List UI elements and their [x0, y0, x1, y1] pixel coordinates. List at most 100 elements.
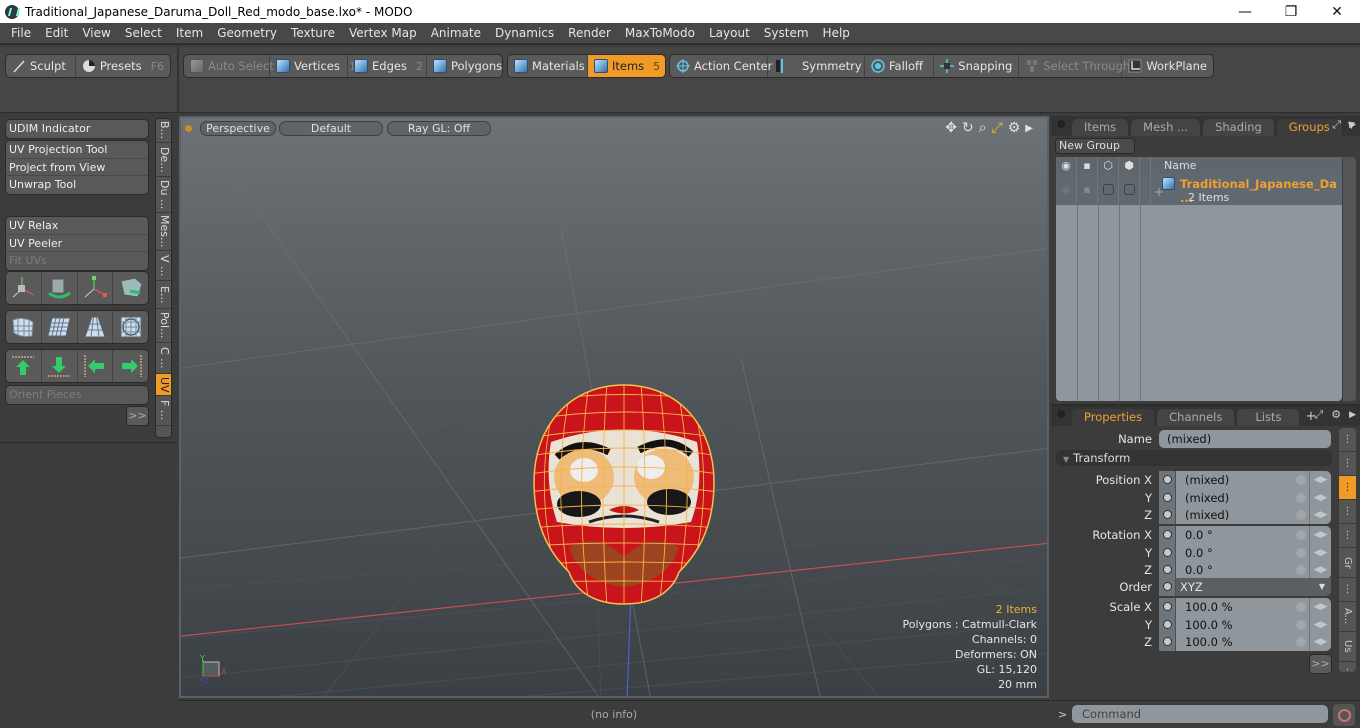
action-center-button[interactable]: Action Center: [670, 55, 772, 77]
align-top-button[interactable]: [6, 350, 42, 382]
menu-file[interactable]: File: [4, 26, 38, 40]
value-drag-arrows-icon[interactable]: ◀▶: [1309, 616, 1331, 634]
side-tab-handle[interactable]: ⋮: [1339, 578, 1356, 602]
side-tab-active-handle[interactable]: ⋮: [1339, 476, 1356, 500]
row-render-camera-icon[interactable]: ▪: [1077, 174, 1098, 205]
menu-geometry[interactable]: Geometry: [210, 26, 284, 40]
align-bottom-button[interactable]: [42, 350, 78, 382]
pan-icon[interactable]: ✥: [945, 120, 957, 136]
menu-vertex-map[interactable]: Vertex Map: [342, 26, 424, 40]
vtab-basic[interactable]: B...: [156, 119, 171, 143]
align-right-button[interactable]: [113, 350, 148, 382]
uv-move-button[interactable]: [6, 272, 42, 304]
symmetry-button[interactable]: Symmetry: [768, 55, 865, 77]
name-column-header[interactable]: Name: [1151, 157, 1196, 174]
close-button[interactable]: ✕: [1314, 4, 1360, 20]
udim-indicator-button[interactable]: UDIM Indicator: [6, 120, 148, 138]
value-drag-arrows-icon[interactable]: ◀▶: [1309, 561, 1331, 579]
zoom-icon[interactable]: ⌕: [979, 120, 987, 136]
value-drag-arrows-icon[interactable]: ◀▶: [1309, 471, 1331, 489]
animate-key-icon[interactable]: [1159, 489, 1176, 507]
rotation-y-field[interactable]: 0.0 ° ◀▶: [1159, 544, 1331, 562]
menu-dynamics[interactable]: Dynamics: [488, 26, 561, 40]
uv-rotate-button[interactable]: [42, 272, 78, 304]
animate-key-icon[interactable]: [1159, 526, 1176, 544]
items-button[interactable]: Items 5: [588, 55, 665, 77]
project-from-view-button[interactable]: Project from View: [6, 159, 148, 176]
menu-render[interactable]: Render: [561, 26, 618, 40]
new-group-button[interactable]: New Group: [1055, 138, 1135, 154]
fit-uvs-button[interactable]: Fit UVs: [6, 252, 148, 270]
position-x-field[interactable]: (mixed) ◀▶: [1159, 471, 1331, 489]
shading-style-dropdown[interactable]: Default: [279, 120, 383, 136]
tab-channels[interactable]: Channels: [1157, 409, 1235, 426]
orient-pieces-button[interactable]: Orient Pieces: [6, 386, 148, 404]
raygl-toggle[interactable]: Ray GL: Off: [387, 120, 491, 136]
scale-x-field[interactable]: 100.0 % ◀▶: [1159, 598, 1331, 616]
animate-key-icon[interactable]: [1159, 506, 1176, 524]
rotate-icon[interactable]: ↻: [962, 120, 974, 136]
tab-lists[interactable]: Lists: [1237, 409, 1300, 426]
menu-edit[interactable]: Edit: [38, 26, 75, 40]
value-drag-arrows-icon[interactable]: ◀▶: [1309, 506, 1331, 524]
side-tab-handle[interactable]: ⋮: [1339, 500, 1356, 524]
render-column-camera-icon[interactable]: ▪: [1077, 157, 1098, 174]
menu-view[interactable]: View: [75, 26, 117, 40]
falloff-button[interactable]: Falloff: [865, 55, 935, 77]
viewport-expand-arrow-icon[interactable]: ▶: [1025, 123, 1033, 134]
animate-key-icon[interactable]: [1159, 578, 1176, 596]
uv-cylindrical-button[interactable]: [6, 311, 42, 343]
animate-key-icon[interactable]: [1159, 616, 1176, 634]
vtab-edge[interactable]: E...: [156, 281, 171, 309]
uv-projection-tool-button[interactable]: UV Projection Tool: [6, 141, 148, 159]
side-tab-user[interactable]: Us: [1339, 632, 1356, 662]
panel-maximize-icon[interactable]: ⤢: [1332, 118, 1341, 132]
panel-expand-arrow-icon[interactable]: ▶: [1349, 408, 1356, 422]
side-tab-handle[interactable]: ⋮: [1339, 452, 1356, 476]
uv-transform-button[interactable]: [113, 272, 148, 304]
value-drag-arrows-icon[interactable]: ◀▶: [1309, 489, 1331, 507]
select-checkbox[interactable]: [1123, 184, 1135, 195]
side-tab-groups[interactable]: Gr: [1339, 548, 1356, 578]
snapping-button[interactable]: Snapping: [934, 55, 1020, 77]
side-tab-assembly[interactable]: A...: [1339, 602, 1356, 632]
menu-help[interactable]: Help: [816, 26, 857, 40]
viewport-settings-gear-icon[interactable]: ⚙: [1008, 120, 1021, 136]
command-input[interactable]: Command: [1072, 705, 1328, 723]
value-drag-arrows-icon[interactable]: ◀▶: [1309, 633, 1331, 651]
align-left-button[interactable]: [78, 350, 114, 382]
lock-column-cube-outline-icon[interactable]: ⬡: [1098, 157, 1119, 174]
tab-mesh[interactable]: Mesh ...: [1131, 119, 1201, 136]
uv-peeler-button[interactable]: UV Peeler: [6, 235, 148, 252]
workplane-button[interactable]: WorkPlane: [1122, 55, 1213, 77]
menu-maxtomodo[interactable]: MaxToModo: [618, 26, 702, 40]
menu-texture[interactable]: Texture: [284, 26, 342, 40]
groups-list-scrollbar[interactable]: [1343, 157, 1356, 401]
view-type-dropdown[interactable]: Perspective: [200, 120, 276, 136]
panel-expand-arrow-icon[interactable]: ▶: [1349, 118, 1356, 132]
vtab-fusion[interactable]: F ...: [156, 396, 171, 426]
vtab-vertex[interactable]: V ...: [156, 251, 171, 281]
uv-scale-button[interactable]: [78, 272, 114, 304]
panel-menu-dot[interactable]: [1057, 120, 1065, 128]
materials-button[interactable]: Materials: [508, 55, 588, 77]
3d-viewport[interactable]: Perspective Default Ray GL: Off ✥ ↻ ⌕ ⤢ …: [179, 116, 1049, 698]
minimize-button[interactable]: —: [1222, 4, 1268, 20]
uv-relax-button[interactable]: UV Relax: [6, 217, 148, 235]
edges-button[interactable]: Edges 2: [348, 55, 427, 77]
menu-system[interactable]: System: [757, 26, 816, 40]
restore-button[interactable]: ❐: [1268, 4, 1314, 20]
visibility-column-eye-icon[interactable]: ◉: [1056, 157, 1077, 174]
side-tab-handle[interactable]: ⋮: [1339, 524, 1356, 548]
side-tab-handle[interactable]: ⋮: [1339, 662, 1356, 672]
daruma-doll-model[interactable]: [529, 382, 719, 607]
unwrap-tool-button[interactable]: Unwrap Tool: [6, 176, 148, 194]
position-y-field[interactable]: (mixed) ◀▶: [1159, 489, 1331, 507]
vtab-polygon[interactable]: Pol...: [156, 309, 171, 343]
menu-layout[interactable]: Layout: [702, 26, 757, 40]
panel-maximize-icon[interactable]: ⤢: [1314, 408, 1323, 422]
row-lock-toggle[interactable]: [1098, 174, 1119, 205]
rotation-order-field[interactable]: XYZ ▼: [1159, 578, 1331, 596]
side-tab-handle[interactable]: ⋮: [1339, 428, 1356, 452]
menu-item[interactable]: Item: [169, 26, 210, 40]
